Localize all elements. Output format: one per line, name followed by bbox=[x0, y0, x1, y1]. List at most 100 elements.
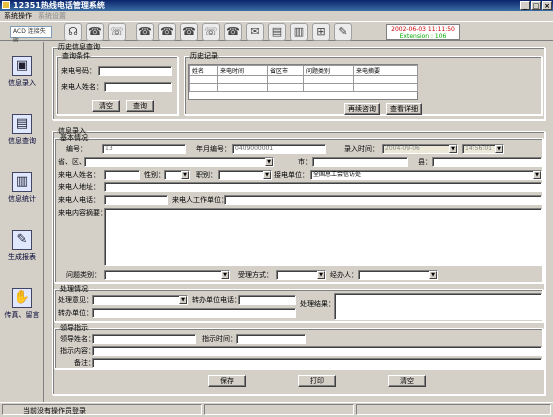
nav-label: 信息录入 bbox=[8, 79, 36, 87]
method-select[interactable]: ▼ bbox=[276, 270, 326, 280]
chevron-down-icon: ▼ bbox=[533, 171, 541, 179]
transfer-unit-label: 转办单位： bbox=[58, 309, 93, 317]
category-select[interactable]: ▼ bbox=[104, 270, 230, 280]
history-grid: 姓名 来电时间 省区市 问题类别 来电摘要 bbox=[189, 65, 418, 92]
menu-bar: 系统操作 系统设置 bbox=[0, 11, 553, 21]
table-row[interactable] bbox=[189, 83, 418, 92]
gender-label: 性别： bbox=[144, 171, 165, 179]
nav-entry[interactable]: ▣ 信息录入 bbox=[2, 50, 42, 100]
phone-icon[interactable]: ☎ bbox=[86, 23, 104, 41]
app-window: 12351热线电话管理系统 _ □ × 系统操作系统设置 ACD 连接失败 ☊ … bbox=[0, 0, 553, 415]
col-summary[interactable]: 来电摘要 bbox=[353, 65, 418, 76]
year-no-input[interactable]: 0409000001 bbox=[232, 144, 326, 154]
serial-input[interactable]: 13 bbox=[102, 144, 186, 154]
basic-legend: 基本情况 bbox=[60, 134, 88, 142]
method-label: 受理方式： bbox=[238, 271, 273, 279]
phone-icon[interactable]: ☎ bbox=[224, 23, 242, 41]
menu-system-settings[interactable]: 系统设置 bbox=[38, 12, 66, 20]
entry-time-picker[interactable]: 14:56:01 ▼ bbox=[462, 144, 504, 154]
menu-system-ops[interactable]: 系统操作 bbox=[4, 12, 32, 20]
network-icon[interactable]: ⊞ bbox=[312, 23, 330, 41]
receive-unit-value: 全国总工会信访处 bbox=[313, 171, 362, 178]
chevron-down-icon: ▼ bbox=[263, 171, 271, 179]
resend-button[interactable]: 再续咨询 bbox=[344, 103, 380, 115]
opinion-label: 处理意见： bbox=[58, 296, 93, 304]
entry-date-picker[interactable]: 2004-09-06 ▼ bbox=[382, 144, 458, 154]
notebook-icon[interactable]: ▤ bbox=[268, 23, 286, 41]
col-province[interactable]: 省区市 bbox=[267, 65, 304, 76]
leader-content-input[interactable] bbox=[92, 346, 542, 356]
nav-report[interactable]: ✎ 生成报表 bbox=[2, 224, 42, 274]
province-select[interactable]: ▼ bbox=[84, 157, 274, 167]
phone-icon[interactable]: ☏ bbox=[108, 23, 126, 41]
caller-name-label: 来电人姓名： bbox=[58, 171, 100, 179]
nav-label: 信息统计 bbox=[8, 195, 36, 203]
opinion-select[interactable]: ▼ bbox=[92, 295, 188, 305]
col-name[interactable]: 姓名 bbox=[189, 65, 218, 76]
close-button[interactable]: × bbox=[542, 1, 552, 10]
handler-select[interactable]: ▼ bbox=[358, 270, 438, 280]
table-row[interactable] bbox=[189, 75, 418, 84]
leader-time-input[interactable] bbox=[236, 334, 306, 344]
summary-textarea[interactable] bbox=[104, 208, 542, 266]
title-select[interactable]: ▼ bbox=[218, 170, 272, 180]
status-bar: 当前没有操作员登录 bbox=[0, 402, 553, 415]
query-phone-input[interactable] bbox=[98, 66, 172, 76]
year-no-label: 年月编号： bbox=[196, 145, 231, 153]
email-icon[interactable]: ✉ bbox=[246, 23, 264, 41]
result-textarea[interactable] bbox=[334, 293, 542, 320]
tools-icon[interactable]: ✎ bbox=[334, 23, 352, 41]
chevron-down-icon: ▼ bbox=[429, 271, 437, 279]
address-input[interactable] bbox=[104, 182, 542, 192]
detail-button[interactable]: 查看详细 bbox=[386, 103, 422, 115]
query-search-button[interactable]: 查询 bbox=[126, 100, 154, 112]
city-input[interactable] bbox=[312, 157, 408, 167]
leader-name-input[interactable] bbox=[92, 334, 196, 344]
history-table[interactable]: 姓名 来电时间 省区市 问题类别 来电摘要 bbox=[188, 64, 418, 100]
time-label: 录入时间： bbox=[344, 145, 379, 153]
transfer-phone-label: 转办单位电话： bbox=[192, 296, 241, 304]
remark-input[interactable] bbox=[92, 358, 542, 368]
minimize-button[interactable]: _ bbox=[520, 1, 530, 10]
status-panel bbox=[204, 404, 354, 415]
category-label: 问题类别： bbox=[66, 271, 101, 279]
window-title: 12351热线电话管理系统 bbox=[13, 1, 105, 10]
nav-label: 信息查询 bbox=[8, 137, 36, 145]
caller-phone-input[interactable] bbox=[104, 195, 168, 205]
notebook-icon[interactable]: ▥ bbox=[290, 23, 308, 41]
clear-button[interactable]: 清空 bbox=[388, 375, 426, 387]
col-category[interactable]: 问题类别 bbox=[303, 65, 354, 76]
phone-icon[interactable]: ☎ bbox=[158, 23, 176, 41]
app-icon bbox=[2, 1, 10, 9]
nav-fax[interactable]: ✋ 传真、留言 bbox=[2, 282, 42, 332]
print-button[interactable]: 打印 bbox=[298, 375, 336, 387]
county-input[interactable] bbox=[432, 157, 542, 167]
nav-stats[interactable]: ▥ 信息统计 bbox=[2, 166, 42, 216]
nav-label: 生成报表 bbox=[8, 253, 36, 261]
gender-select[interactable]: ▼ bbox=[164, 170, 190, 180]
col-time[interactable]: 来电时间 bbox=[217, 65, 268, 76]
phone-icon[interactable]: ☏ bbox=[202, 23, 220, 41]
extension-text: Extension : 106 bbox=[399, 33, 447, 40]
caller-phone-label: 来电人电话： bbox=[58, 196, 100, 204]
headset-icon[interactable]: ☊ bbox=[64, 23, 82, 41]
books-icon: ▥ bbox=[12, 172, 32, 192]
status-panel bbox=[356, 404, 551, 415]
work-unit-input[interactable] bbox=[224, 195, 542, 205]
main-area: 历史信息查询 查询条件 来电号码： 来电人姓名： 清空 查询 历史记录 姓名 来… bbox=[46, 42, 551, 400]
phone-icon[interactable]: ☎ bbox=[180, 23, 198, 41]
transfer-unit-input[interactable] bbox=[92, 308, 296, 318]
user-select[interactable]: ACD 连接失败 bbox=[10, 26, 52, 45]
caller-name-input[interactable] bbox=[104, 170, 140, 180]
maximize-button[interactable]: □ bbox=[531, 1, 541, 10]
query-name-input[interactable] bbox=[104, 82, 172, 92]
nav-query[interactable]: ▤ 信息查询 bbox=[2, 108, 42, 158]
serial-label: 编号： bbox=[66, 145, 87, 153]
query-clear-button[interactable]: 清空 bbox=[92, 100, 120, 112]
receive-unit-select[interactable]: 全国总工会信访处 ▼ bbox=[310, 170, 542, 180]
handler-label: 经办人： bbox=[330, 271, 358, 279]
phone-icon[interactable]: ☎ bbox=[136, 23, 154, 41]
transfer-phone-input[interactable] bbox=[238, 295, 296, 305]
phone-label: 来电号码： bbox=[61, 67, 96, 75]
save-button[interactable]: 保存 bbox=[208, 375, 246, 387]
